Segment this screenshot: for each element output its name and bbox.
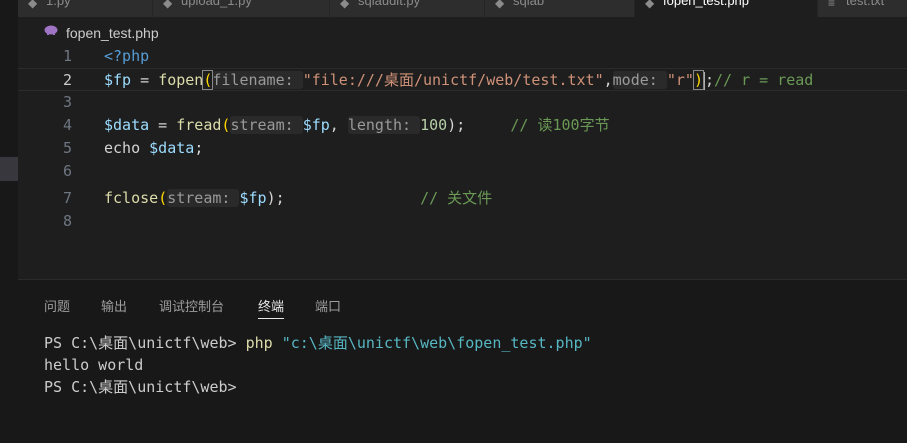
tab-ports[interactable]: 端口 xyxy=(315,296,341,315)
inlay-hint: stream: xyxy=(167,189,240,207)
function-name: fclose xyxy=(104,189,159,207)
text-file-icon: ≡ xyxy=(828,0,836,10)
paren-close: ) xyxy=(692,70,704,90)
tab-label: upload_1.py xyxy=(181,0,252,8)
line-number: 6 xyxy=(62,162,72,180)
python-file-icon: ◆ xyxy=(28,0,38,10)
tab-sqlab[interactable]: ◆ sqlab xyxy=(485,0,635,17)
tab-label: fopen_test.php xyxy=(663,0,750,8)
tab-label: sqlaudit.py xyxy=(358,0,421,8)
tab-test-txt[interactable]: ≡ test.txt xyxy=(818,0,907,17)
variable: $data xyxy=(149,139,195,157)
inlay-hint: filename: xyxy=(212,71,303,89)
line-number: 4 xyxy=(62,116,72,134)
line-number: 8 xyxy=(62,212,72,230)
code-line: 5 echo $data; xyxy=(18,137,907,160)
code-editor[interactable]: 1 <?php 2 $fp = fopen(filename: "file://… xyxy=(18,45,907,279)
comment: // 读100字节 xyxy=(510,116,610,134)
comma: , xyxy=(329,116,348,134)
file-icon: ◆ xyxy=(495,0,505,10)
paren-open: ( xyxy=(158,189,168,207)
code-text: <?php xyxy=(104,45,149,68)
line-number: 2 xyxy=(62,71,72,89)
php-elephant-icon xyxy=(44,25,58,35)
variable: $fp xyxy=(302,116,330,134)
number-literal: 100 xyxy=(420,116,448,134)
code-line-current: 2 $fp = fopen(filename: "file:///桌面/unic… xyxy=(18,68,907,91)
operator: = xyxy=(131,71,159,89)
code-line: 6 xyxy=(18,160,907,183)
inlay-hint: stream: xyxy=(230,116,303,134)
tab-problems[interactable]: 问题 xyxy=(44,296,70,315)
function-name: fopen xyxy=(158,71,204,89)
terminal-prompt: PS C:\桌面\unictf\web> xyxy=(44,378,237,396)
function-name: fread xyxy=(176,116,222,134)
line-number: 3 xyxy=(62,93,72,111)
tab-label: 1.py xyxy=(46,0,71,8)
semicolon: ; xyxy=(194,139,204,157)
code-line: 8 xyxy=(18,210,907,233)
php-file-icon: ◆ xyxy=(645,0,655,10)
line-number: 1 xyxy=(62,47,72,65)
python-file-icon: ◆ xyxy=(163,0,173,10)
code-line: 4 $data = fread(stream: $fp, length: 100… xyxy=(18,114,907,137)
operator: = xyxy=(149,116,177,134)
tab-label: test.txt xyxy=(846,0,885,8)
code-text: echo $data; xyxy=(104,137,203,160)
editor-tab-bar: ◆ 1.py ◆ upload_1.py ◆ sqlaudit.py ◆ sql… xyxy=(18,0,907,17)
comment: // r = read xyxy=(714,71,814,89)
paren-close-semicolon: ); xyxy=(447,116,466,134)
variable: $fp xyxy=(104,71,132,89)
terminal-output[interactable]: PS C:\桌面\unictf\web> php "c:\桌面\unictf\w… xyxy=(44,332,592,398)
keyword: echo xyxy=(104,139,141,157)
code-line: 1 <?php xyxy=(18,45,907,68)
paren-close-semicolon: ); xyxy=(266,189,285,207)
tab-sqlaudit-py[interactable]: ◆ sqlaudit.py xyxy=(330,0,485,17)
bottom-panel: 问题 输出 调试控制台 终端 端口 PS C:\桌面\unictf\web> p… xyxy=(18,279,907,443)
tab-label: sqlab xyxy=(513,0,545,8)
breadcrumb: fopen_test.php xyxy=(18,17,907,45)
semicolon: ; xyxy=(704,71,714,89)
line-number: 7 xyxy=(62,189,72,207)
inlay-hint: mode: xyxy=(612,71,667,89)
string-literal: "file:///桌面/unictf/web/test.txt" xyxy=(302,71,604,89)
terminal-output-line: hello world xyxy=(44,356,144,374)
tab-terminal[interactable]: 终端 xyxy=(258,296,285,319)
code-line: 3 xyxy=(18,91,907,114)
inlay-hint: length: xyxy=(347,116,421,134)
tab-debug-console[interactable]: 调试控制台 xyxy=(159,296,224,315)
terminal-argument: "c:\桌面\unictf\web\fopen_test.php" xyxy=(272,334,592,352)
activity-bar xyxy=(0,0,18,443)
tab-1-py[interactable]: ◆ 1.py xyxy=(18,0,153,17)
code-line: 7 fclose(stream: $fp); // 关文件 xyxy=(18,187,907,210)
python-file-icon: ◆ xyxy=(340,0,350,10)
code-text: fclose(stream: $fp); // 关文件 xyxy=(104,187,492,210)
line-number: 5 xyxy=(62,139,72,157)
variable: $data xyxy=(104,116,150,134)
code-text: $fp = fopen(filename: "file:///桌面/unictf… xyxy=(104,69,813,92)
activity-selected-item[interactable] xyxy=(0,157,18,181)
tab-upload-1-py[interactable]: ◆ upload_1.py xyxy=(153,0,330,17)
panel-tab-bar: 问题 输出 调试控制台 终端 端口 xyxy=(18,280,907,320)
tab-output[interactable]: 输出 xyxy=(101,296,127,315)
php-open-tag: <?php xyxy=(104,47,150,65)
string-literal: "r" xyxy=(666,71,694,89)
comma: , xyxy=(603,71,613,89)
tab-fopen-test-php[interactable]: ◆ fopen_test.php xyxy=(635,0,818,17)
terminal-command: php xyxy=(245,334,273,352)
breadcrumb-file[interactable]: fopen_test.php xyxy=(66,25,159,41)
variable: $fp xyxy=(239,189,267,207)
comment: // 关文件 xyxy=(420,189,493,207)
terminal-prompt: PS C:\桌面\unictf\web> xyxy=(44,334,246,352)
code-text: $data = fread(stream: $fp, length: 100);… xyxy=(104,114,610,137)
